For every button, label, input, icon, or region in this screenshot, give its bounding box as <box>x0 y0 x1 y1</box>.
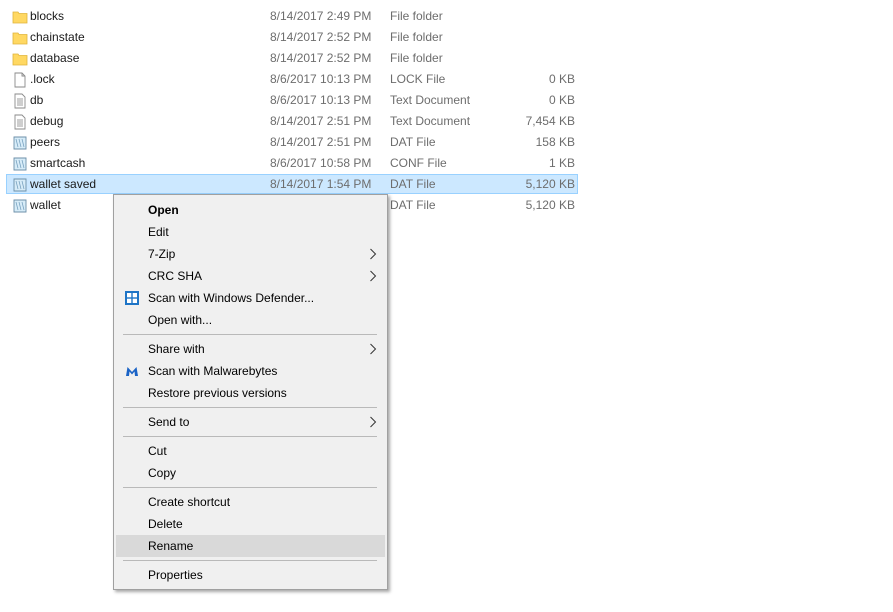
menu-item-edit[interactable]: Edit <box>116 221 385 243</box>
file-row-wallet-saved[interactable]: wallet saved 8/14/2017 1:54 PM DAT File … <box>6 174 578 194</box>
file-row-debug[interactable]: debug 8/14/2017 2:51 PM Text Document 7,… <box>6 111 578 131</box>
file-date: 8/14/2017 2:49 PM <box>270 9 372 23</box>
file-row-smartcash[interactable]: smartcash 8/6/2017 10:58 PM CONF File 1 … <box>6 153 578 173</box>
menu-item-send-to[interactable]: Send to <box>116 411 385 433</box>
menu-item-label: Open <box>148 203 179 217</box>
file-row-blocks[interactable]: blocks 8/14/2017 2:49 PM File folder <box>6 6 578 26</box>
file-name: db <box>30 93 44 107</box>
file-date: 8/14/2017 2:51 PM <box>270 135 372 149</box>
chevron-right-icon <box>370 248 377 260</box>
file-type: File folder <box>390 9 443 23</box>
text-file-icon <box>14 114 26 130</box>
file-size: 1 KB <box>548 156 575 170</box>
menu-item-crc-sha[interactable]: CRC SHA <box>116 265 385 287</box>
file-type: DAT File <box>390 198 436 212</box>
menu-item-label: Copy <box>148 466 177 480</box>
file-type: DAT File <box>390 135 436 149</box>
file-type: DAT File <box>390 177 436 191</box>
file-type: LOCK File <box>390 72 446 86</box>
chevron-right-icon <box>370 416 377 428</box>
menu-item-scan-defender[interactable]: Scan with Windows Defender... <box>116 287 385 309</box>
menu-item-label: Rename <box>148 539 194 553</box>
file-date: 8/14/2017 1:54 PM <box>270 177 372 191</box>
data-file-icon <box>13 136 27 150</box>
menu-item-label: Edit <box>148 225 169 239</box>
data-file-icon <box>13 199 27 213</box>
chevron-right-icon <box>370 343 377 355</box>
menu-item-restore-previous[interactable]: Restore previous versions <box>116 382 385 404</box>
file-date: 8/14/2017 2:52 PM <box>270 30 372 44</box>
menu-item-cut[interactable]: Cut <box>116 440 385 462</box>
menu-separator <box>123 560 377 561</box>
file-date: 8/6/2017 10:13 PM <box>270 93 372 107</box>
menu-item-delete[interactable]: Delete <box>116 513 385 535</box>
menu-item-label: Properties <box>148 568 203 582</box>
folder-icon <box>12 32 28 45</box>
blank-file-icon <box>14 72 26 88</box>
menu-item-create-shortcut[interactable]: Create shortcut <box>116 491 385 513</box>
file-name: database <box>30 51 80 65</box>
menu-separator <box>123 436 377 437</box>
malwarebytes-icon <box>126 367 138 376</box>
file-name: peers <box>30 135 61 149</box>
data-file-icon <box>13 157 27 171</box>
file-size: 0 KB <box>548 72 575 86</box>
menu-item-label: Create shortcut <box>148 495 231 509</box>
file-size: 7,454 KB <box>525 114 575 128</box>
menu-item-label: Open with... <box>148 313 213 327</box>
file-date: 8/6/2017 10:58 PM <box>270 156 372 170</box>
file-date: 8/14/2017 2:51 PM <box>270 114 372 128</box>
file-type: CONF File <box>390 156 447 170</box>
file-name: chainstate <box>30 30 85 44</box>
menu-item-rename[interactable]: Rename <box>116 535 385 557</box>
menu-separator <box>123 487 377 488</box>
menu-item-label: Scan with Malwarebytes <box>148 364 278 378</box>
menu-item-scan-malwarebytes[interactable]: Scan with Malwarebytes <box>116 360 385 382</box>
file-type: Text Document <box>390 114 471 128</box>
folder-icon <box>12 53 28 66</box>
file-name: wallet saved <box>30 177 97 191</box>
file-row-database[interactable]: database 8/14/2017 2:52 PM File folder <box>6 48 578 68</box>
menu-item-label: Send to <box>148 415 190 429</box>
windows-defender-icon <box>125 291 139 305</box>
menu-item-open-with[interactable]: Open with... <box>116 309 385 331</box>
file-row-lock[interactable]: .lock 8/6/2017 10:13 PM LOCK File 0 KB <box>6 69 578 89</box>
data-file-icon <box>13 178 27 192</box>
file-name: wallet <box>30 198 61 212</box>
file-row-chainstate[interactable]: chainstate 8/14/2017 2:52 PM File folder <box>6 27 578 47</box>
file-row-peers[interactable]: peers 8/14/2017 2:51 PM DAT File 158 KB <box>6 132 578 152</box>
menu-separator <box>123 334 377 335</box>
file-date: 8/6/2017 10:13 PM <box>270 72 372 86</box>
file-name: debug <box>30 114 64 128</box>
menu-separator <box>123 407 377 408</box>
file-type: Text Document <box>390 93 471 107</box>
file-type: File folder <box>390 30 443 44</box>
menu-item-label: Share with <box>148 342 205 356</box>
menu-item-label: CRC SHA <box>148 269 203 283</box>
file-date: 8/14/2017 2:52 PM <box>270 51 372 65</box>
menu-item-label: Cut <box>148 444 167 458</box>
menu-item-7zip[interactable]: 7-Zip <box>116 243 385 265</box>
file-name: .lock <box>30 72 55 86</box>
menu-item-label: 7-Zip <box>148 247 176 261</box>
menu-item-label: Delete <box>148 517 183 531</box>
file-name: smartcash <box>30 156 86 170</box>
menu-item-copy[interactable]: Copy <box>116 462 385 484</box>
file-size: 158 KB <box>535 135 575 149</box>
file-size: 0 KB <box>548 93 575 107</box>
menu-item-properties[interactable]: Properties <box>116 564 385 586</box>
file-name: blocks <box>30 9 65 23</box>
menu-item-label: Restore previous versions <box>148 386 287 400</box>
file-type: File folder <box>390 51 443 65</box>
folder-icon <box>12 11 28 24</box>
file-row-db[interactable]: db 8/6/2017 10:13 PM Text Document 0 KB <box>6 90 578 110</box>
chevron-right-icon <box>370 270 377 282</box>
file-size: 5,120 KB <box>525 177 575 191</box>
menu-item-open[interactable]: Open <box>116 199 385 221</box>
context-menu: Open Edit 7-Zip CRC SHA Scan with Window… <box>113 194 388 590</box>
file-size: 5,120 KB <box>525 198 575 212</box>
text-file-icon <box>14 93 26 109</box>
menu-item-share-with[interactable]: Share with <box>116 338 385 360</box>
menu-item-label: Scan with Windows Defender... <box>148 291 315 305</box>
